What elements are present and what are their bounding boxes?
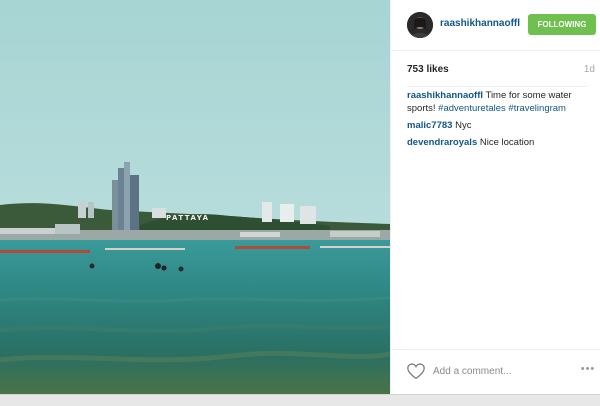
profile-photo-icon [407,12,433,38]
comments-section: raashikhannaoffl Time for some water spo… [407,86,587,153]
caption: raashikhannaoffl Time for some water spo… [407,89,587,115]
beach-photo [0,0,390,394]
comment-author[interactable]: malic7783 [407,120,452,131]
add-comment-input[interactable] [433,363,553,379]
comment-item: malic7783 Nyc [407,119,587,132]
caption-author[interactable]: raashikhannaoffl [407,90,483,101]
comment-item: devendraroyals Nice location [407,136,587,149]
hashtag-link[interactable]: #travelingram [508,103,566,114]
comment-text: Nyc [455,120,472,131]
page-bottom-edge [0,394,600,406]
post-timestamp[interactable]: 1d [584,64,595,75]
hashtag-link[interactable]: #adventuretales [438,103,506,114]
comment-author[interactable]: devendraroyals [407,137,477,148]
post-footer: ••• [391,349,600,395]
avatar[interactable] [407,12,433,38]
following-button[interactable]: FOLLOWING [528,14,596,35]
likes-count[interactable]: 753 likes [407,64,449,75]
post-author-username[interactable]: raashikhannaoffl [440,18,520,29]
comment-text: Nice location [479,137,535,148]
more-options-icon[interactable]: ••• [579,364,597,376]
heart-icon[interactable] [406,362,426,380]
post-photo[interactable]: PATTAYA [0,0,390,394]
post-side-panel: raashikhannaoffl FOLLOWING 753 likes 1d … [390,0,600,394]
photo-sign-text: PATTAYA [166,214,210,222]
post-header: raashikhannaoffl FOLLOWING [391,0,600,51]
